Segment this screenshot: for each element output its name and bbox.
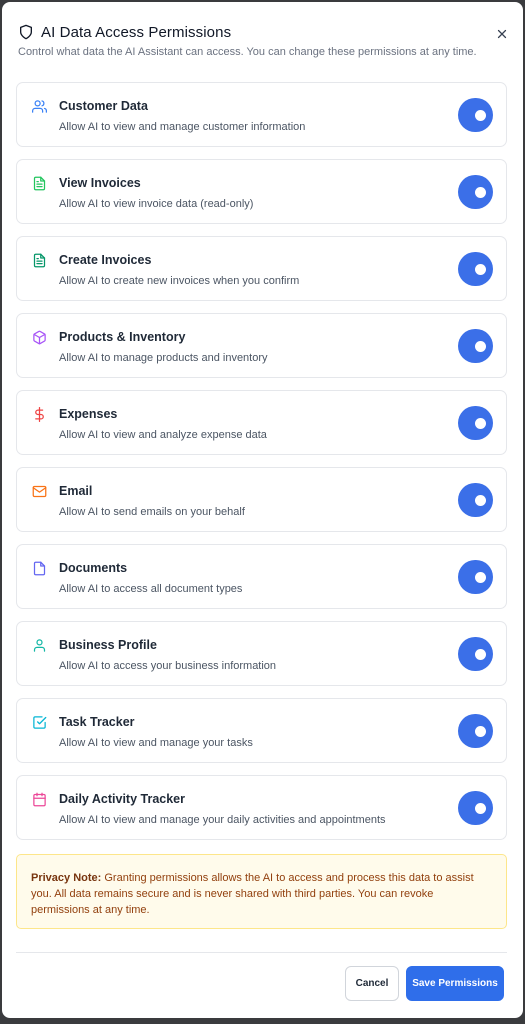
permission-card-task-tracker: Task Tracker Allow AI to view and manage … [16, 698, 507, 763]
permission-label: Documents [59, 561, 128, 575]
permission-label: Products & Inventory [59, 330, 186, 344]
permission-toggle-daily-activity-tracker[interactable] [458, 791, 493, 825]
dialog-subtitle: Control what data the AI Assistant can a… [18, 46, 477, 58]
permission-description: Allow AI to view and analyze expense dat… [59, 429, 267, 441]
permission-card-daily-activity-tracker: Daily Activity Tracker Allow AI to view a… [16, 775, 507, 840]
file-icon [31, 560, 47, 576]
toggle-knob [475, 110, 486, 121]
toggle-knob [475, 572, 486, 583]
permission-description: Allow AI to send emails on your behalf [59, 506, 245, 518]
permission-description: Allow AI to create new invoices when you… [59, 275, 300, 287]
dialog-footer: Cancel Save Permissions [345, 966, 504, 1001]
permission-card-products-inventory: Products & Inventory Allow AI to manage p… [16, 313, 507, 378]
permission-description: Allow AI to access your business informa… [59, 660, 277, 672]
permission-toggle-task-tracker[interactable] [458, 714, 493, 748]
users-icon [31, 98, 47, 114]
check-square-icon [31, 714, 47, 730]
dollar-sign-icon [31, 406, 47, 422]
toggle-knob [475, 649, 486, 660]
footer-divider [16, 952, 507, 953]
close-icon[interactable] [493, 25, 511, 43]
permission-description: Allow AI to view and manage your daily a… [59, 814, 386, 826]
calendar-icon [31, 791, 47, 807]
permission-label: Customer Data [59, 99, 148, 113]
permission-toggle-documents[interactable] [458, 560, 493, 594]
permission-label: Expenses [59, 407, 118, 421]
permission-toggle-email[interactable] [458, 483, 493, 517]
permission-card-expenses: Expenses Allow AI to view and analyze exp… [16, 390, 507, 455]
privacy-note-label: Privacy Note: [31, 872, 102, 884]
permission-toggle-view-invoices[interactable] [458, 175, 493, 209]
permission-label: View Invoices [59, 176, 141, 190]
permission-description: Allow AI to view and manage your tasks [59, 737, 253, 749]
file-text-icon [31, 175, 47, 191]
permissions-list: Customer Data Allow AI to view and manage… [16, 82, 507, 852]
permission-description: Allow AI to access all document types [59, 583, 243, 595]
save-permissions-button[interactable]: Save Permissions [406, 966, 504, 1001]
permission-toggle-expenses[interactable] [458, 406, 493, 440]
package-icon [31, 329, 47, 345]
permission-label: Business Profile [59, 638, 157, 652]
cancel-button[interactable]: Cancel [345, 966, 399, 1001]
user-icon [31, 637, 47, 653]
toggle-knob [475, 726, 486, 737]
permission-card-customer-data: Customer Data Allow AI to view and manage… [16, 82, 507, 147]
permission-description: Allow AI to view invoice data (read-only… [59, 198, 254, 210]
permission-description: Allow AI to view and manage customer inf… [59, 121, 306, 133]
toggle-knob [475, 803, 486, 814]
permission-toggle-customer-data[interactable] [458, 98, 493, 132]
permission-card-view-invoices: View Invoices Allow AI to view invoice da… [16, 159, 507, 224]
permission-toggle-products-inventory[interactable] [458, 329, 493, 363]
permission-card-email: Email Allow AI to send emails on your beh… [16, 467, 507, 532]
permission-card-business-profile: Business Profile Allow AI to access your … [16, 621, 507, 686]
toggle-knob [475, 495, 486, 506]
shield-icon [18, 23, 34, 41]
mail-icon [31, 483, 47, 499]
toggle-knob [475, 418, 486, 429]
dialog-title: AI Data Access Permissions [41, 23, 232, 41]
permission-toggle-business-profile[interactable] [458, 637, 493, 671]
permission-card-documents: Documents Allow AI to access all document… [16, 544, 507, 609]
permission-description: Allow AI to manage products and inventor… [59, 352, 268, 364]
dialog-header: AI Data Access Permissions Control what … [18, 22, 513, 58]
privacy-note: Privacy Note: Granting permissions allow… [16, 854, 507, 929]
toggle-knob [475, 264, 486, 275]
permission-label: Task Tracker [59, 715, 135, 729]
file-text-icon [31, 252, 47, 268]
permission-card-create-invoices: Create Invoices Allow AI to create new in… [16, 236, 507, 301]
permission-label: Daily Activity Tracker [59, 792, 185, 806]
permission-label: Create Invoices [59, 253, 152, 267]
toggle-knob [475, 341, 486, 352]
permissions-dialog: AI Data Access Permissions Control what … [2, 2, 523, 1018]
toggle-knob [475, 187, 486, 198]
permission-label: Email [59, 484, 93, 498]
permission-toggle-create-invoices[interactable] [458, 252, 493, 286]
